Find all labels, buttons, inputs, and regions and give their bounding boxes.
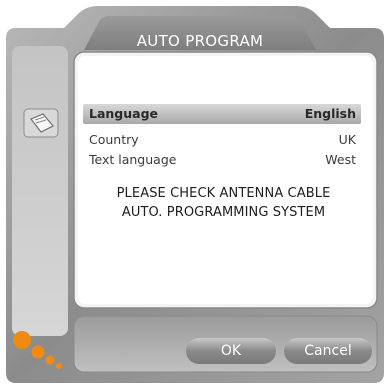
ok-button[interactable]: OK [186, 338, 276, 364]
menu-sheet-icon [23, 108, 59, 138]
setting-row-text-language[interactable]: Text language West [83, 150, 361, 170]
settings-panel: Language English Country UK Text languag… [74, 52, 373, 302]
setting-label: Text language [89, 152, 177, 167]
setting-label: Country [89, 132, 139, 147]
orange-dots-logo [13, 331, 62, 369]
dialog-title: AUTO PROGRAM [136, 32, 264, 50]
antenna-warning-text: PLEASE CHECK ANTENNA CABLE [116, 186, 331, 201]
cancel-button[interactable]: Cancel [284, 338, 372, 364]
setting-value: UK [338, 132, 356, 147]
setting-value: English [304, 106, 356, 121]
setting-row-country[interactable]: Country UK [83, 130, 361, 150]
setting-value: West [325, 152, 356, 167]
setting-label: Language [89, 106, 159, 121]
setting-row-language[interactable]: Language English [83, 104, 361, 124]
system-status-text: AUTO. PROGRAMMING SYSTEM [121, 205, 326, 220]
